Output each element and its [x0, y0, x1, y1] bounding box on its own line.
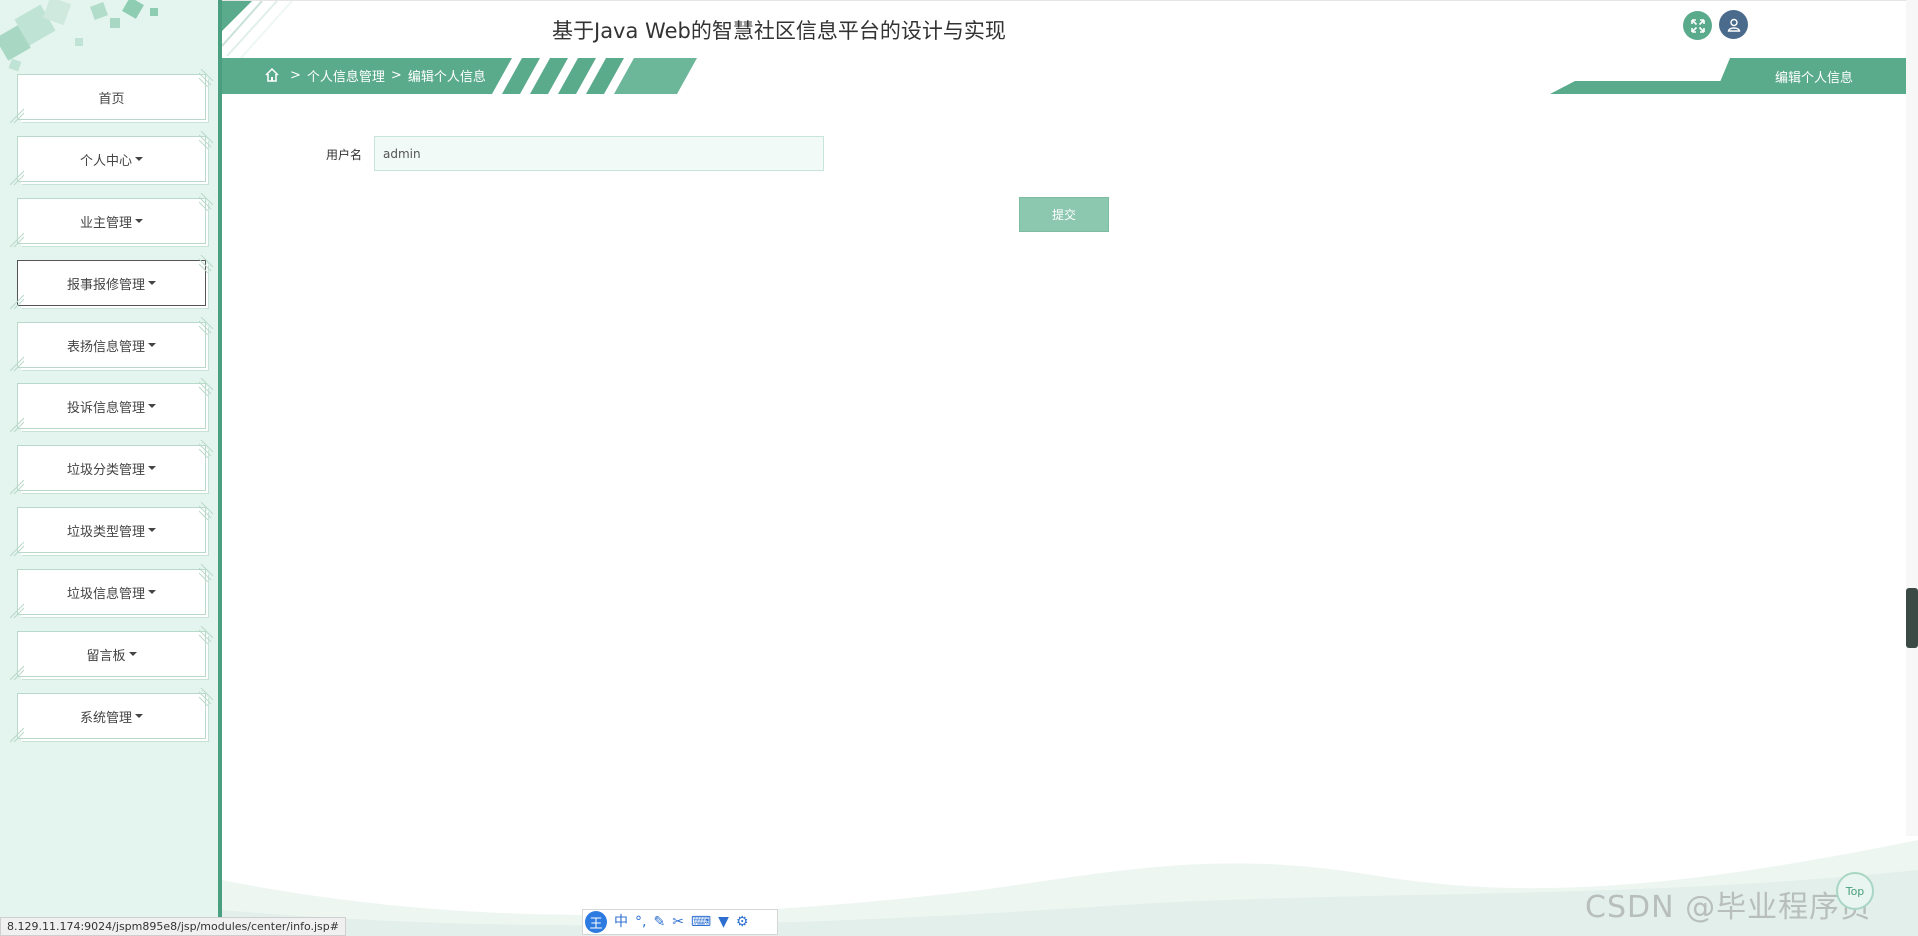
sidebar-item-label: 垃圾类型管理: [66, 524, 145, 540]
sidebar: 首页个人中心业主管理报事报修管理 表扬信息管理 投诉信息管理 垃圾分类管理 垃圾类型管理…: [0, 0, 222, 936]
submit-button[interactable]: 提交: [1019, 197, 1109, 232]
corner-hatch-decoration: [10, 108, 24, 124]
corner-hatch-decoration: [199, 564, 213, 582]
chevron-down-icon: [148, 466, 156, 470]
corner-hatch-decoration: [10, 170, 24, 186]
chevron-down-icon: [148, 404, 156, 408]
breadcrumb: > 个人信息管理 > 编辑个人信息: [290, 66, 486, 85]
sidebar-item-2[interactable]: 业主管理: [10, 193, 213, 248]
page-tag-background: [1550, 58, 1908, 94]
pen-icon[interactable]: ✎: [653, 915, 665, 929]
sidebar-item-label: 表扬信息管理: [66, 339, 145, 355]
sidebar-item-10[interactable]: 系统管理: [10, 688, 213, 743]
scrollbar-thumb[interactable]: [1906, 588, 1918, 648]
sidebar-item-label: 垃圾信息管理: [66, 586, 145, 602]
corner-hatch-decoration: [199, 317, 213, 335]
chevron-down-icon: [148, 343, 156, 347]
chevron-down-icon: [135, 219, 143, 223]
sidebar-item-label: 系统管理: [79, 710, 132, 726]
sidebar-item-9[interactable]: 留言板: [10, 626, 213, 681]
chevron-down-icon: [148, 590, 156, 594]
chevron-down-icon: [148, 528, 156, 532]
top-header: 基于Java Web的智慧社区信息平台的设计与实现: [222, 0, 1918, 59]
sidebar-item-label: 垃圾分类管理: [66, 462, 145, 478]
corner-hatch-decoration: [199, 688, 213, 706]
user-icon: [1727, 18, 1740, 32]
home-icon[interactable]: [264, 67, 280, 83]
sidebar-item-1[interactable]: 个人中心: [10, 131, 213, 186]
sidebar-item-6[interactable]: 垃圾分类管理: [10, 440, 213, 495]
settings-icon[interactable]: ⚙: [736, 915, 749, 929]
corner-hatch-decoration: [10, 232, 24, 248]
corner-hatch-decoration: [199, 502, 213, 520]
sidebar-item-5[interactable]: 投诉信息管理: [10, 378, 213, 433]
skin-icon[interactable]: ▼: [718, 915, 729, 929]
chevron-down-icon: [135, 714, 143, 718]
ime-toolbar: 王 中 °, ✎ ✂ ⌨ ▼ ⚙: [582, 909, 778, 935]
sidebar-item-label: 首页: [98, 91, 125, 107]
username-label: 用户名: [326, 148, 363, 162]
chevron-down-icon: [135, 157, 143, 161]
sidebar-item-label: 投诉信息管理: [66, 400, 145, 416]
sidebar-item-8[interactable]: 垃圾信息管理: [10, 564, 213, 619]
corner-hatch-decoration: [10, 603, 24, 619]
sidebar-item-label: 业主管理: [79, 215, 132, 231]
status-url: 8.129.11.174:9024/jspm895e8/jsp/modules/…: [0, 917, 346, 936]
sidebar-item-label: 报事报修管理: [66, 277, 145, 293]
corner-hatch-decoration: [10, 294, 24, 310]
scrollbar-track[interactable]: [1906, 0, 1918, 836]
corner-hatch-decoration: [199, 193, 213, 211]
breadcrumb-level1[interactable]: 个人信息管理: [307, 66, 385, 85]
expand-icon: [1690, 18, 1705, 33]
sidebar-item-7[interactable]: 垃圾类型管理: [10, 502, 213, 557]
corner-hatch-decoration: [199, 255, 213, 273]
corner-hatch-decoration: [10, 665, 24, 681]
chevron-down-icon: [128, 652, 137, 656]
corner-hatch-decoration: [199, 626, 213, 644]
page-tag-label: 编辑个人信息: [1775, 71, 1854, 86]
back-to-top-button[interactable]: Top: [1836, 872, 1874, 910]
corner-hatch-decoration: [10, 356, 24, 372]
username-input[interactable]: [374, 136, 824, 171]
corner-hatch-decoration: [199, 131, 213, 149]
sidebar-decoration: [0, 0, 158, 72]
sidebar-item-label: 个人中心: [79, 153, 132, 169]
corner-hatch-decoration: [199, 378, 213, 396]
sidebar-item-0[interactable]: 首页: [10, 69, 213, 124]
sidebar-item-3[interactable]: 报事报修管理: [10, 255, 213, 310]
corner-hatch-decoration: [10, 727, 24, 743]
corner-hatch-decoration: [199, 69, 213, 87]
user-profile-button[interactable]: [1719, 10, 1748, 39]
breadcrumb-separator: >: [390, 68, 402, 83]
header-stripe-decoration: [222, 1, 293, 59]
chinese-mode-icon[interactable]: 中: [614, 915, 628, 929]
scissors-icon[interactable]: ✂: [672, 915, 684, 929]
punctuation-icon[interactable]: °,: [635, 915, 646, 929]
ime-logo-icon[interactable]: 王: [585, 911, 607, 933]
fullscreen-button[interactable]: [1683, 11, 1712, 40]
corner-hatch-decoration: [10, 479, 24, 495]
breadcrumb-level2: 编辑个人信息: [407, 70, 486, 85]
corner-hatch-decoration: [10, 541, 24, 557]
sidebar-item-4[interactable]: 表扬信息管理: [10, 317, 213, 372]
watermark: CSDN @毕业程序员: [1585, 890, 1872, 925]
sidebar-item-label: 留言板: [86, 648, 126, 664]
corner-hatch-decoration: [199, 440, 213, 458]
breadcrumb-separator: >: [290, 68, 301, 83]
corner-hatch-decoration: [10, 417, 24, 433]
app-title: 基于Java Web的智慧社区信息平台的设计与实现: [552, 19, 1006, 43]
chevron-down-icon: [148, 281, 156, 285]
keyboard-icon[interactable]: ⌨: [691, 915, 711, 929]
